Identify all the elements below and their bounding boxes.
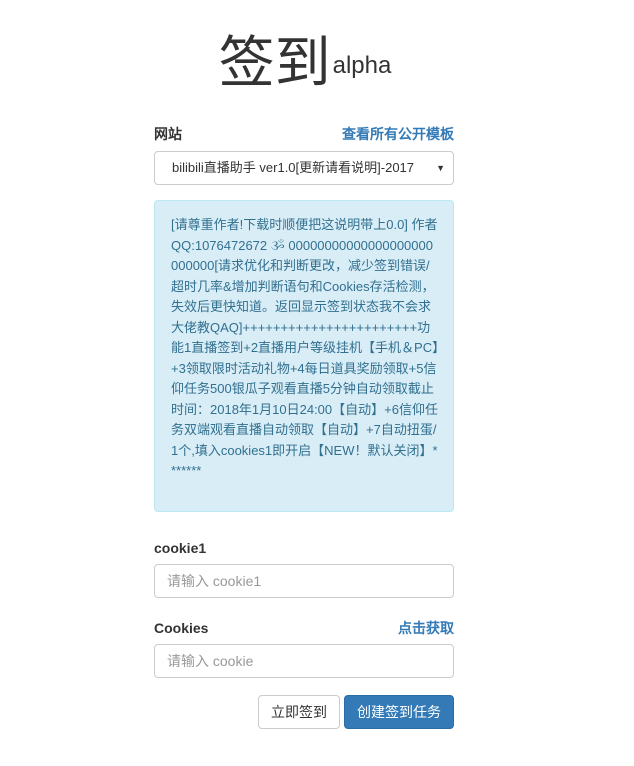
- sign-now-button[interactable]: 立即签到: [258, 695, 340, 729]
- site-select[interactable]: bilibili直播助手 ver1.0[更新请看说明]-2017 ▼: [154, 151, 454, 185]
- action-buttons: 立即签到 创建签到任务: [258, 695, 454, 729]
- page-title-sup: alpha: [332, 52, 392, 79]
- page-header: 签到alpha: [0, 32, 634, 96]
- site-select-value: bilibili直播助手 ver1.0[更新请看说明]-2017: [172, 160, 415, 175]
- cookies-label: Cookies: [154, 620, 209, 636]
- cookies-input[interactable]: [154, 644, 454, 678]
- site-label: 网站: [154, 126, 182, 142]
- template-description: [请尊重作者!下载时顺便把这说明带上0.0] 作者QQ:1076472672 ૐ…: [154, 200, 454, 512]
- cookie1-input[interactable]: [154, 564, 454, 598]
- page-title-text: 签到: [218, 31, 331, 96]
- site-label-row: 网站 查看所有公开模板: [154, 124, 454, 144]
- view-public-templates-link[interactable]: 查看所有公开模板: [342, 124, 454, 144]
- sign-form: 网站 查看所有公开模板 bilibili直播助手 ver1.0[更新请看说明]-…: [154, 124, 454, 729]
- page-title: 签到alpha: [219, 32, 392, 96]
- cookies-label-row: Cookies 点击获取: [154, 618, 454, 638]
- create-task-button[interactable]: 创建签到任务: [344, 695, 454, 729]
- cookie1-label: cookie1: [154, 540, 207, 556]
- get-cookies-link[interactable]: 点击获取: [398, 618, 454, 638]
- page: 签到alpha 网站 查看所有公开模板 bilibili直播助手 ver1.0[…: [0, 0, 634, 766]
- caret-down-icon: ▼: [436, 163, 445, 173]
- cookie1-label-row: cookie1: [154, 538, 454, 558]
